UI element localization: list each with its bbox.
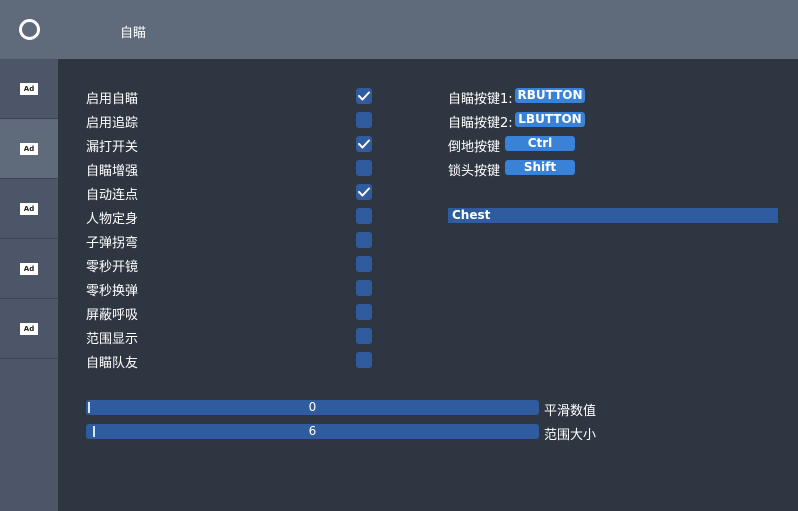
option-checkbox-instant-reload[interactable] <box>356 280 372 296</box>
option-label-aim-boost: 自瞄增强 <box>86 164 139 179</box>
smooth-slider-value: 0 <box>308 400 317 414</box>
option-label-bullet-curve: 子弹拐弯 <box>86 236 139 251</box>
option-checkbox-range-display[interactable] <box>356 328 372 344</box>
sidebar-tab-2[interactable]: Ad <box>0 119 58 179</box>
aim-key-1-button[interactable]: RBUTTON <box>515 88 585 103</box>
option-label-instant-scope: 零秒开镜 <box>86 260 139 275</box>
page-title: 自瞄 <box>120 26 147 41</box>
sidebar-tab-5[interactable]: Ad <box>0 299 58 359</box>
option-checkbox-aim-boost[interactable] <box>356 160 372 176</box>
sidebar-tab-4[interactable]: Ad <box>0 239 58 299</box>
option-label-aimbot: 启用自瞄 <box>86 92 139 107</box>
target-bone-select[interactable]: Chest <box>448 208 778 223</box>
headlock-key-label: 锁头按键 <box>448 164 501 179</box>
range-slider[interactable]: 6 <box>86 424 539 439</box>
circle-logo-icon <box>18 19 40 40</box>
ad-icon: Ad <box>19 262 39 275</box>
option-label-tracking: 启用追踪 <box>86 116 139 131</box>
checkmark-icon <box>358 187 370 197</box>
option-label-freeze-target: 人物定身 <box>86 212 139 227</box>
target-bone-value: Chest <box>452 208 491 222</box>
option-checkbox-miss-switch[interactable] <box>356 136 372 152</box>
option-checkbox-auto-fire[interactable] <box>356 184 372 200</box>
aim-key-2-button[interactable]: LBUTTON <box>515 112 585 127</box>
header-bar: 自瞄 <box>58 0 798 59</box>
aim-key-2-label: 自瞄按键2: <box>448 116 513 131</box>
checkmark-icon <box>358 139 370 149</box>
option-label-miss-switch: 漏打开关 <box>86 140 139 155</box>
headlock-key-button[interactable]: Shift <box>505 160 575 175</box>
option-checkbox-no-breath[interactable] <box>356 304 372 320</box>
option-label-range-display: 范围显示 <box>86 332 139 347</box>
option-checkbox-tracking[interactable] <box>356 112 372 128</box>
range-slider-value: 6 <box>308 424 317 438</box>
option-label-auto-fire: 自动连点 <box>86 188 139 203</box>
aim-key-1-label: 自瞄按键1: <box>448 92 513 107</box>
down-key-label: 倒地按键 <box>448 140 501 155</box>
sidebar: Ad Ad Ad Ad Ad <box>0 0 58 511</box>
option-checkbox-instant-scope[interactable] <box>356 256 372 272</box>
option-checkbox-aimbot[interactable] <box>356 88 372 104</box>
sidebar-tab-3[interactable]: Ad <box>0 179 58 239</box>
option-label-instant-reload: 零秒换弹 <box>86 284 139 299</box>
app-logo <box>0 0 58 59</box>
ad-icon: Ad <box>19 82 39 95</box>
ad-icon: Ad <box>19 142 39 155</box>
ad-icon: Ad <box>19 322 39 335</box>
checkmark-icon <box>358 91 370 101</box>
smooth-slider[interactable]: 0 <box>86 400 539 415</box>
smooth-slider-label: 平滑数值 <box>544 404 597 419</box>
option-checkbox-aim-teammates[interactable] <box>356 352 372 368</box>
option-checkbox-bullet-curve[interactable] <box>356 232 372 248</box>
sidebar-tab-1[interactable]: Ad <box>0 59 58 119</box>
ad-icon: Ad <box>19 202 39 215</box>
option-label-aim-teammates: 自瞄队友 <box>86 356 139 371</box>
range-slider-label: 范围大小 <box>544 428 597 443</box>
option-label-no-breath: 屏蔽呼吸 <box>86 308 139 323</box>
down-key-button[interactable]: Ctrl <box>505 136 575 151</box>
option-checkbox-freeze-target[interactable] <box>356 208 372 224</box>
